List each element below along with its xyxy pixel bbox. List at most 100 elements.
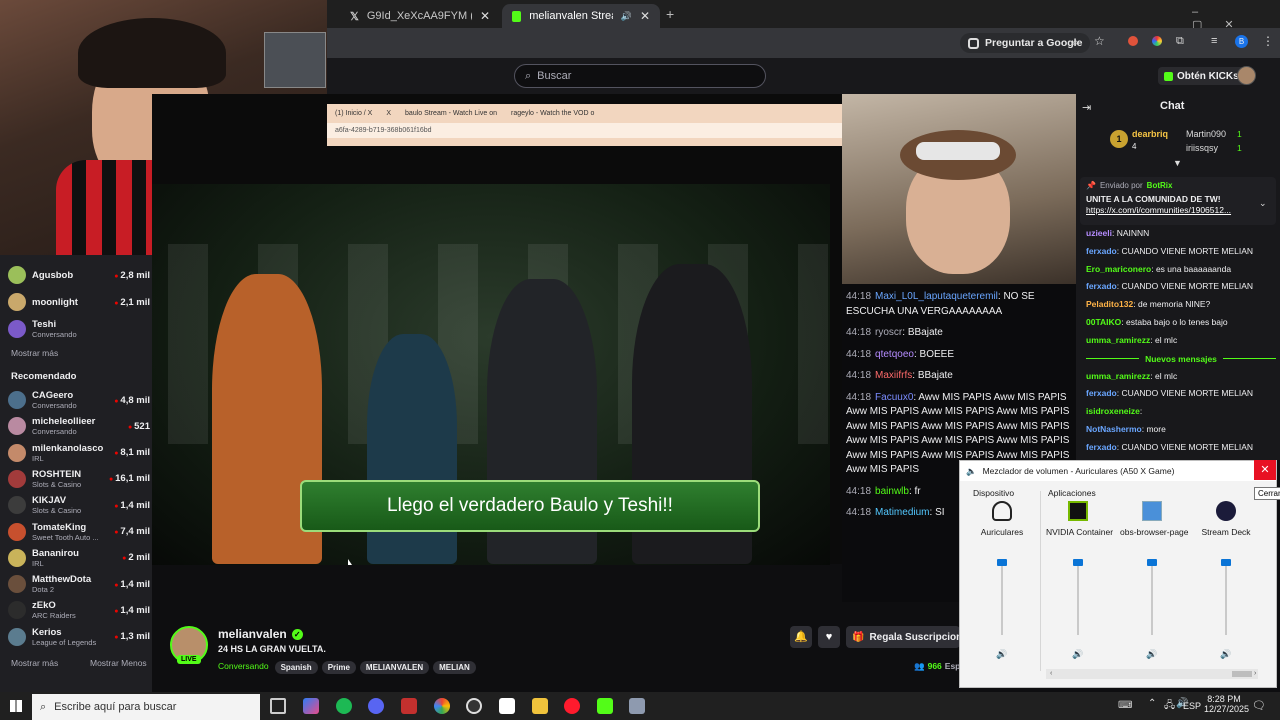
message-user[interactable]: umma_ramirezz [1086,335,1150,345]
message-user[interactable]: Maxiifrfs [875,370,912,381]
volume-slider[interactable] [1073,559,1083,635]
stream-tag[interactable]: MELIAN [433,661,476,674]
sidebar-channel[interactable]: MatthewDotaDota 2 1,4 mil [8,571,150,597]
discord-icon[interactable] [368,698,384,714]
extension-color-icon[interactable] [1152,36,1162,46]
collapse-chat-icon[interactable]: ⇥ [1082,101,1091,114]
message-user[interactable]: 00TAIKO [1086,317,1121,327]
pinned-expand-icon[interactable]: ⌄ [1259,198,1267,209]
follow-heart-icon[interactable]: ♥ [818,626,840,648]
taskbar-search[interactable]: ⌕ Escribe aquí para buscar [32,694,260,720]
leaderboard-user[interactable]: dearbriq [1132,129,1168,139]
message-user[interactable]: umma_ramirezz [1086,371,1150,381]
mute-speaker-icon[interactable]: 🔊 [1072,649,1083,660]
gift-subs-button[interactable]: 🎁 Regala Suscripciones [846,626,960,648]
sidebar-channel[interactable]: TomateKingSweet Tooth Auto ... 7,4 mil [8,519,150,545]
stream-tag[interactable]: MELIANVALEN [359,661,430,674]
file-explorer-icon[interactable] [532,698,548,714]
sidebar-show-less[interactable]: Mostrar Menos [90,658,147,668]
ask-google-button[interactable]: Preguntar a Google [960,33,1091,53]
message-user[interactable]: Ero_mariconero [1086,264,1151,274]
message-user[interactable]: uzieeli [1086,228,1112,238]
sidebar-show-more[interactable]: Mostrar más [11,658,58,668]
mute-speaker-icon[interactable]: 🔊 [1146,649,1157,660]
stream-tag[interactable]: Prime [321,661,356,674]
leaderboard-user[interactable]: iriissqsy [1186,143,1218,153]
user-avatar[interactable] [1237,66,1256,85]
streamer-name[interactable]: melianvalen [218,627,287,641]
notify-bell-icon[interactable]: 🔔 [790,626,812,648]
sidebar-channel[interactable]: CAGeeroConversando 4,8 mil [8,387,150,413]
sidebar-channel[interactable]: KeriosLeague of Legends 1,3 mil [8,624,150,650]
message-user[interactable]: ferxado [1086,246,1117,256]
slider-thumb[interactable] [1147,559,1157,566]
message-user[interactable]: ferxado [1086,442,1117,452]
menu-kebab-icon[interactable]: ⋮ [1262,34,1274,48]
copilot-icon[interactable] [303,698,319,714]
message-user[interactable]: bainwlb [875,486,909,497]
network-icon[interactable]: 🖧 [1164,698,1175,715]
zoom-icon[interactable]: ⌕ [1072,35,1079,50]
volume-slider[interactable] [1147,559,1157,635]
sidebar-channel[interactable]: ROSHTEINSlots & Casino 16,1 mil [8,466,150,492]
app-icon[interactable] [499,698,515,714]
sidebar-channel[interactable]: zEkOARC Raiders 1,4 mil [8,597,150,623]
message-user[interactable]: Facuux0 [875,392,913,403]
mute-speaker-icon[interactable]: 🔊 [1220,649,1231,660]
slider-thumb[interactable] [1073,559,1083,566]
mixer-scrollbar[interactable]: ‹ › [1046,669,1258,679]
message-user[interactable]: Matimedium [875,507,929,518]
task-view-icon[interactable] [270,698,286,714]
message-user[interactable]: Maxi_L0L_laputaqueteremil [875,291,998,302]
language-indicator[interactable]: ESP [1183,701,1201,711]
sidebar-channel[interactable]: micheleollieerConversando 521 [8,413,150,439]
sidebar-channel[interactable]: moonlight 2,1 mil [8,289,150,315]
app-icon[interactable] [401,698,417,714]
sidebar-channel[interactable]: Agusbob 2,8 mil [8,262,150,288]
expand-leaderboard-icon[interactable]: ▼ [1173,158,1182,168]
kick-icon[interactable] [597,698,613,714]
media-controls-icon[interactable]: ≡ [1211,35,1217,47]
message-user[interactable]: Peladito132 [1086,299,1133,309]
search-input[interactable]: ⌕ Buscar [514,64,766,88]
volume-slider[interactable] [1221,559,1231,635]
tray-chevron-icon[interactable]: ⌃ [1148,698,1156,709]
mixer-close-button[interactable]: ✕ [1254,460,1276,480]
close-tab-icon[interactable]: ✕ [480,9,490,23]
message-user[interactable]: qtetqoeo [875,349,914,360]
show-more-link[interactable]: Mostrar más [11,348,58,358]
spotify-icon[interactable] [336,698,352,714]
message-user[interactable]: ferxado [1086,388,1117,398]
sidebar-channel[interactable]: Teshi Conversando [8,316,150,342]
stream-tag[interactable]: Spanish [274,661,318,674]
close-tab-icon[interactable]: ✕ [640,9,650,23]
bookmark-star-icon[interactable]: ☆ [1094,34,1105,48]
sidebar-channel[interactable]: milenkanolascoIRL 8,1 mil [8,440,150,466]
message-user[interactable]: isidroxeneize [1086,406,1140,416]
extensions-puzzle-icon[interactable]: ⧉ [1176,35,1184,48]
pinned-link[interactable]: https://x.com/i/communities/1906512... [1080,204,1276,216]
get-kicks-button[interactable]: Obtén KICKs [1158,67,1245,85]
leaderboard-user[interactable]: Martin090 [1186,129,1226,139]
windows-start-icon[interactable] [10,700,22,712]
message-user[interactable]: NotNashermo [1086,424,1142,434]
message-user[interactable]: ferxado [1086,281,1117,291]
sidebar-channel[interactable]: KIKJAVSlots & Casino 1,4 mil [8,492,150,518]
message-user[interactable]: ryoscr [875,327,902,338]
chrome-icon[interactable] [434,698,450,714]
opera-icon[interactable] [564,698,580,714]
volume-slider[interactable] [997,559,1007,635]
stream-category[interactable]: Conversando [218,661,269,671]
mute-speaker-icon[interactable]: 🔊 [996,649,1007,660]
keyboard-icon[interactable]: ⌨ [1118,700,1132,711]
sidebar-channel[interactable]: BananirouIRL 2 mil [8,545,150,571]
new-tab-icon[interactable]: + [666,6,674,22]
app-icon[interactable] [629,698,645,714]
extension-icon[interactable] [1128,36,1138,46]
slider-thumb[interactable] [1221,559,1231,566]
notifications-icon[interactable]: 🗨 [1252,699,1266,712]
profile-avatar[interactable]: B [1235,35,1248,48]
slider-thumb[interactable] [997,559,1007,566]
browser-tab[interactable]: 𝕏 G9Id_XeXcAA9FYM (1152×2048) ✕ [340,4,500,28]
clock[interactable]: 8:28 PM 12/27/2025 [1204,694,1249,714]
